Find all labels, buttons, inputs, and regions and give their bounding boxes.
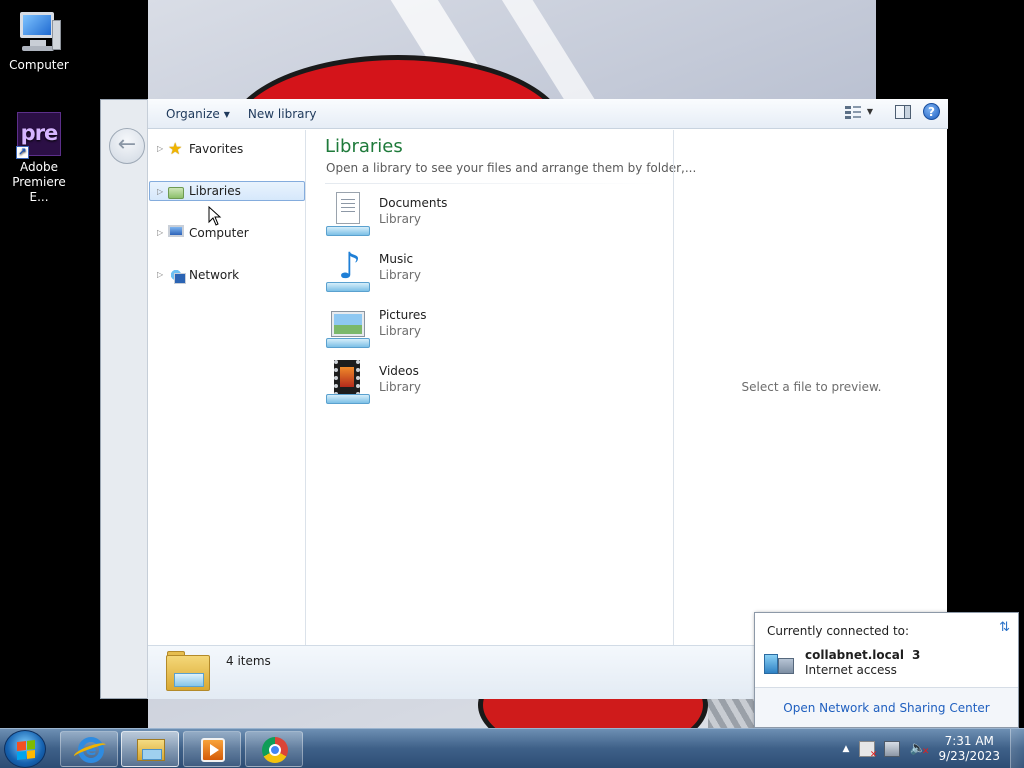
desktop-icon-label: Adobe (20, 160, 58, 174)
chevron-down-icon[interactable]: ▼ (867, 107, 873, 116)
explorer-content: Organize ▼ New library ▼ ? ▷ ★ Favorites … (147, 99, 948, 699)
flyout-footer: Open Network and Sharing Center (755, 687, 1018, 727)
nav-item-label: Network (189, 268, 240, 282)
nav-item-label: Computer (189, 226, 249, 240)
nav-item-label: Libraries (189, 184, 241, 198)
ie-icon: e (78, 737, 104, 763)
music-library-icon: ♪ (324, 248, 372, 294)
libraries-icon (168, 187, 184, 199)
library-item-documents[interactable]: Documents Library (324, 190, 524, 240)
nav-item-libraries[interactable]: ▷ Libraries (149, 181, 305, 201)
taskbar-app-explorer[interactable] (121, 731, 179, 767)
divider (325, 183, 659, 184)
network-number: 3 (911, 648, 921, 662)
preview-pane-icon[interactable] (895, 104, 911, 119)
chevron-down-icon: ▼ (223, 109, 230, 119)
explorer-window: ← Organize ▼ New library ▼ ? ▷ ★ Favorite… (100, 99, 948, 699)
expand-arrow-icon[interactable]: ▷ (157, 223, 163, 243)
taskbar-app-ie[interactable]: e (60, 731, 118, 767)
item-count: 4 items (226, 654, 271, 668)
network-flyout: Currently connected to: ⇅ collabnet.loca… (754, 612, 1019, 728)
command-bar: Organize ▼ New library ▼ ? (148, 99, 948, 129)
library-pane: Libraries Open a library to see your fil… (307, 130, 696, 645)
library-name: Pictures (379, 308, 427, 322)
library-type: Library (379, 380, 421, 394)
new-library-button[interactable]: New library (239, 102, 326, 126)
volume-muted-icon[interactable]: 🔈 (909, 741, 929, 760)
expand-arrow-icon[interactable]: ▷ (157, 182, 163, 202)
organize-label: Organize (166, 106, 220, 121)
nav-item-computer[interactable]: ▷ Computer (149, 223, 305, 243)
network-tray-icon[interactable] (884, 741, 901, 757)
change-view-icon[interactable] (844, 105, 861, 119)
refresh-icon[interactable]: ⇅ (999, 620, 1010, 635)
system-tray: ▲ 🔈 7:31 AM 9/23/2023 (843, 729, 1024, 768)
expand-arrow-icon[interactable]: ▷ (157, 139, 163, 159)
preview-placeholder: Select a file to preview. (741, 380, 882, 394)
library-item-music[interactable]: ♪ Music Library (324, 246, 524, 296)
nav-item-label: Favorites (189, 142, 244, 156)
windows-logo-icon (17, 740, 35, 760)
show-desktop-button[interactable] (1010, 729, 1024, 768)
mouse-cursor-icon (208, 206, 222, 226)
library-item-videos[interactable]: Videos Library (324, 358, 524, 408)
taskbar: e ▲ 🔈 7:31 AM 9/23/2023 (0, 728, 1024, 768)
page-title: Libraries (325, 136, 403, 157)
open-network-sharing-center-link[interactable]: Open Network and Sharing Center (783, 701, 989, 715)
desktop-icon-premiere[interactable]: pre ↗ Adobe Premiere E... (1, 112, 77, 205)
back-button[interactable]: ← (109, 128, 145, 164)
network-name-label: collabnet.local (805, 648, 904, 662)
library-name: Documents (379, 196, 448, 210)
chrome-icon (262, 737, 288, 763)
documents-library-icon (324, 192, 372, 238)
library-type: Library (379, 212, 421, 226)
nav-item-network[interactable]: ▷ Network (149, 265, 305, 285)
library-item-pictures[interactable]: Pictures Library (324, 302, 524, 352)
taskbar-app-chrome[interactable] (245, 731, 303, 767)
clock[interactable]: 7:31 AM 9/23/2023 (938, 734, 1000, 764)
show-hidden-icons-icon[interactable]: ▲ (843, 744, 850, 754)
media-player-icon (201, 738, 225, 762)
folder-icon (137, 739, 165, 761)
computer-icon (168, 225, 184, 237)
library-name: Videos (379, 364, 419, 378)
help-icon[interactable]: ? (923, 103, 940, 120)
network-icon (168, 267, 186, 284)
desktop-icon-label: Premiere E... (12, 175, 66, 204)
expand-arrow-icon[interactable]: ▷ (157, 265, 163, 285)
premiere-icon-text: pre (20, 121, 59, 145)
flyout-header: Currently connected to: (767, 624, 910, 638)
library-type: Library (379, 268, 421, 282)
library-type: Library (379, 324, 421, 338)
network-icon (764, 650, 796, 676)
desktop-icon-computer[interactable]: Computer (1, 10, 77, 73)
navigation-pane: ▷ ★ Favorites ▷ Libraries ▷ Computer ▷ N… (148, 130, 306, 645)
star-icon: ★ (168, 139, 183, 158)
computer-icon (16, 10, 62, 54)
page-subtitle: Open a library to see your files and arr… (326, 161, 697, 175)
organize-button[interactable]: Organize ▼ (157, 102, 239, 126)
taskbar-app-media-player[interactable] (183, 731, 241, 767)
network-access-status: Internet access (805, 663, 897, 677)
premiere-icon: pre ↗ (16, 112, 61, 159)
nav-item-favorites[interactable]: ▷ ★ Favorites (149, 139, 305, 159)
start-button[interactable] (4, 730, 46, 768)
library-name: Music (379, 252, 414, 266)
libraries-folder-icon (166, 651, 212, 693)
clock-date: 9/23/2023 (938, 749, 1000, 763)
preview-pane: Select a file to preview. (673, 130, 948, 645)
network-name[interactable]: collabnet.local 3 (805, 648, 920, 662)
action-center-icon[interactable] (859, 741, 877, 760)
shortcut-arrow-icon: ↗ (16, 146, 29, 159)
clock-time: 7:31 AM (944, 734, 994, 748)
pictures-library-icon (324, 304, 372, 350)
videos-library-icon (324, 360, 372, 406)
desktop-icon-label: Computer (9, 58, 69, 72)
